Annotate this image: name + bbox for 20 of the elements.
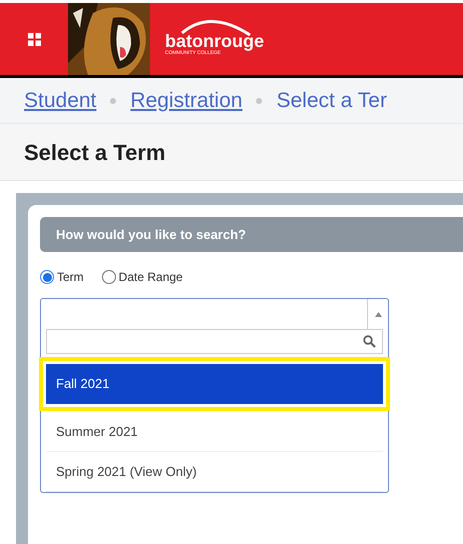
logo-name: batonrouge (165, 32, 264, 50)
term-dropdown[interactable]: Fall 2021 Summer 2021 Spring 2021 (View Only) (40, 298, 389, 493)
breadcrumb-link[interactable]: Registration (130, 84, 242, 116)
term-option[interactable]: Spring 2021 (View Only) (46, 452, 383, 492)
separator-icon (110, 98, 116, 104)
search-field[interactable] (46, 329, 383, 354)
term-option[interactable]: Fall 2021 (46, 364, 383, 404)
breadcrumb-link[interactable]: Student (24, 84, 96, 116)
term-option[interactable]: Summer 2021 (46, 412, 383, 452)
panel-heading: How would you like to search? (56, 226, 246, 244)
page-title: Select a Term (24, 138, 166, 166)
radio-button[interactable] (40, 270, 54, 284)
menu-icon[interactable] (28, 32, 40, 46)
radio-label: Term (57, 269, 84, 286)
breadcrumb-current: Select a Ter (276, 88, 387, 114)
search-icon (363, 335, 376, 348)
separator-icon (256, 98, 262, 104)
caret-icon (374, 312, 382, 316)
radio-label: Date Range (118, 269, 183, 286)
radio-button[interactable] (102, 270, 116, 284)
